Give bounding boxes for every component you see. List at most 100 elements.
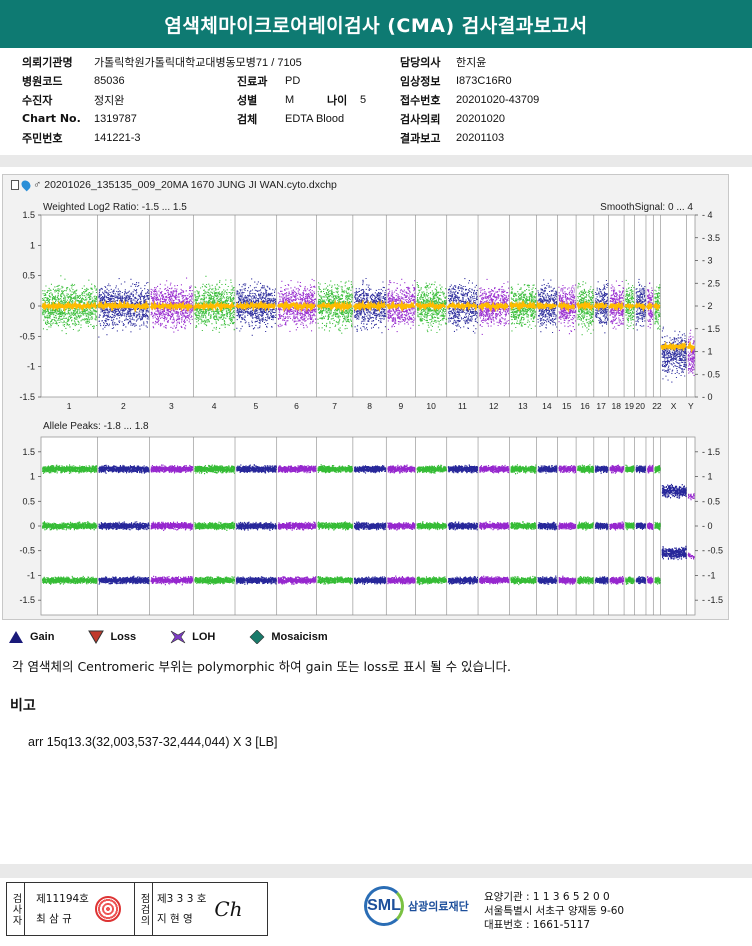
signer-name: 지 현 영 <box>157 913 193 925</box>
diamond-icon <box>249 630 265 644</box>
y2-tick-label: - 2 <box>702 301 713 311</box>
chromosome-label: 3 <box>169 401 174 411</box>
info-value: M <box>285 93 295 106</box>
y-tick-label: 1 <box>30 240 35 250</box>
smooth-signal-line <box>634 301 646 313</box>
info-value: EDTA Blood <box>285 112 345 125</box>
info-value: 85036 <box>94 74 125 87</box>
chromosome-label: 20 <box>636 401 646 411</box>
smooth-signal-line <box>477 301 509 313</box>
smooth-signal-line <box>558 300 576 313</box>
signer-name: 최 삼 규 <box>36 913 72 925</box>
y2-tick-label: - 3 <box>702 256 713 266</box>
chromosome-label: 6 <box>294 401 299 411</box>
legend-loss: Loss <box>88 630 136 644</box>
info-value: 20201020 <box>456 112 505 125</box>
loh-icon <box>170 630 186 644</box>
y-tick-label: -1.5 <box>19 595 35 605</box>
smooth-signal-line <box>624 302 635 311</box>
info-label: 성별 <box>237 93 258 107</box>
y2-tick-label: - 0.5 <box>702 369 720 379</box>
signer-role: 검사자 <box>7 883 25 935</box>
info-label: 의뢰기관명 <box>22 55 73 69</box>
smooth-signal-line <box>235 300 277 312</box>
sml-logo-icon: SML <box>364 886 404 926</box>
signer-2: 제3 3 3 호 지 현 영 Ch <box>153 883 267 935</box>
smooth-signal-line <box>660 341 687 352</box>
lab-logo: SML 삼광의료재단 <box>364 886 469 926</box>
lab-info: 요양기관 : 1 1 3 6 5 2 0 0 서울특별시 서초구 양재동 9-6… <box>484 890 624 932</box>
chromosome-label: 8 <box>367 401 372 411</box>
smooth-signal-line <box>653 302 661 312</box>
y2-tick-label: - 1 <box>702 347 713 357</box>
info-value: 141221-3 <box>94 131 141 144</box>
chromosome-label: 18 <box>612 401 622 411</box>
legend-label: Gain <box>30 631 55 643</box>
info-value: 1319787 <box>94 112 137 125</box>
y2-tick-label: - -1.5 <box>702 595 723 605</box>
y2-tick-label: - -1 <box>702 570 716 580</box>
cma-chart-panel: ♂ 20201026_135135_009_20MA 1670 JUNG JI … <box>2 174 729 620</box>
info-label: 검사의뢰 <box>400 112 441 126</box>
signer-license: 제3 3 3 호 <box>157 893 207 905</box>
y2-tick-label: - 1 <box>702 472 713 482</box>
y2-tick-label: - 1.5 <box>702 324 720 334</box>
y2-tick-label: - 3.5 <box>702 233 720 243</box>
info-label: 병원코드 <box>22 74 63 88</box>
info-value: 한지윤 <box>456 56 487 69</box>
chromosome-label: 10 <box>426 401 436 411</box>
chromosome-label: 22 <box>652 401 662 411</box>
patient-info-middle: 진료과 PD 성별 M 나이 5 검체 EDTA Blood <box>237 71 366 128</box>
y-tick-label: 0 <box>30 521 35 531</box>
report-title: 염색체마이크로어레이검사 (CMA) 검사결과보고서 <box>0 0 752 48</box>
y2-tick-label: - 4 <box>702 210 713 220</box>
y-tick-label: -1 <box>27 362 35 372</box>
chromosome-label: 19 <box>625 401 635 411</box>
cma-chart: Weighted Log2 Ratio: -1.5 ... 1.5 SmoothS… <box>19 202 723 616</box>
y-tick-label: 1.5 <box>22 210 35 220</box>
smooth-signal-line <box>576 300 594 312</box>
info-label: 검체 <box>237 112 258 126</box>
y-tick-label: -1.5 <box>19 392 35 402</box>
chromosome-label: 14 <box>542 401 552 411</box>
y-tick-label: -0.5 <box>19 331 35 341</box>
info-label: 주민번호 <box>22 131 63 145</box>
info-value: 가톨릭학원가톨릭대학교대병동모병71 / 7105 <box>94 56 302 69</box>
y2-tick-label: - 0 <box>702 392 713 402</box>
y-tick-label: -1 <box>27 570 35 580</box>
chromosome-label: 4 <box>212 401 217 411</box>
legend-loh: LOH <box>170 630 215 644</box>
info-value: PD <box>285 74 301 87</box>
panel-right-title: SmoothSignal: 0 ... 4 <box>600 202 693 213</box>
info-value: I873C16R0 <box>456 74 512 87</box>
info-value: 정지완 <box>94 94 125 107</box>
chromosome-label: 15 <box>562 401 572 411</box>
remarks-heading: 비고 <box>10 698 36 714</box>
chromosome-label: 13 <box>518 401 528 411</box>
y-tick-label: 0.5 <box>22 496 35 506</box>
info-label: 결과보고 <box>400 131 441 145</box>
lab-phone: 대표번호 : 1661-5117 <box>484 919 591 931</box>
chromosome-label: 1 <box>67 401 72 411</box>
y2-tick-label: - 0 <box>702 521 713 531</box>
chromosome-label: 7 <box>332 401 337 411</box>
y2-tick-label: - 0.5 <box>702 496 720 506</box>
chromosome-label: 5 <box>254 401 259 411</box>
y2-tick-label: - 1.5 <box>702 447 720 457</box>
chart-legend: Gain Loss LOH Mosaicism <box>8 630 328 644</box>
legend-mosaicism: Mosaicism <box>249 630 328 644</box>
y-tick-label: 1.5 <box>22 447 35 457</box>
y-tick-label: -0.5 <box>19 546 35 556</box>
legend-label: LOH <box>192 631 216 643</box>
info-label: 진료과 <box>237 74 268 88</box>
y-tick-label: 0.5 <box>22 271 35 281</box>
chromosome-label: 9 <box>398 401 403 411</box>
chromosome-label: 17 <box>596 401 606 411</box>
signature-box: 검사자 제11194호 최 삼 규 점검의 제3 3 3 호 지 현 영 Ch <box>6 882 268 936</box>
y-tick-label: 0 <box>30 301 35 311</box>
chromosome-label: 2 <box>121 401 126 411</box>
report-footer: 검사자 제11194호 최 삼 규 점검의 제3 3 3 호 지 현 영 Ch … <box>0 876 752 936</box>
info-value: 20201103 <box>456 131 505 144</box>
legend-label: Loss <box>110 631 137 643</box>
triangle-up-icon <box>9 631 23 643</box>
